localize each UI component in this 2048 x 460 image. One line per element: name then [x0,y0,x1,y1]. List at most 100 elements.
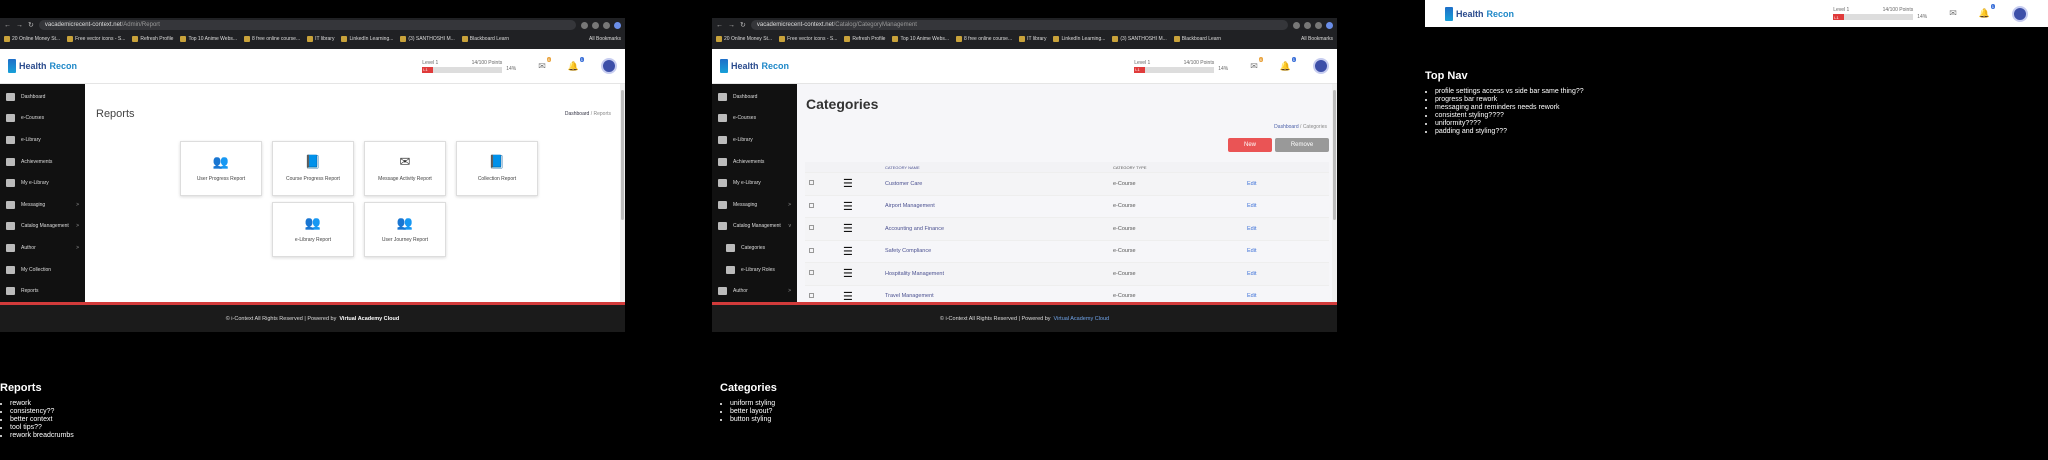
bell-icon[interactable]: 🔔 1 [1979,4,1995,19]
level-progress: Level 1 14/100 Points L1 [1833,7,1914,20]
footer-link[interactable]: Virtual Academy Cloud [1054,316,1110,322]
address-bar[interactable]: vacademicrecent-context.net/Catalog/Cate… [750,20,1288,30]
bookmark[interactable]: (3) SANTHOSHI M... [400,36,455,42]
user-journey-report-card[interactable]: 👥 User Journey Report [364,202,446,257]
bookmark[interactable]: LinkedIn Learning... [341,36,393,42]
sidebar-item-author[interactable]: Author > [712,280,797,302]
edit-link[interactable]: Edit [1247,181,1329,187]
row-checkbox[interactable] [809,202,814,208]
row-checkbox[interactable] [809,225,814,231]
reload-icon[interactable]: ↻ [740,21,746,29]
bookmark[interactable]: Free vector icons - S... [779,36,837,42]
collection-report-card[interactable]: 📘 Collection Report [456,141,538,196]
address-bar[interactable]: vacademicrecent-context.net/Admin/Report [38,20,576,30]
sidebar-item-my-e-library[interactable]: My e-Library [712,172,797,194]
bookmark[interactable]: IT library [1019,36,1046,42]
row-checkbox[interactable] [809,292,814,298]
mail-icon[interactable]: ✉ [1949,8,1957,19]
breadcrumb-home[interactable]: Dashboard [1274,124,1298,130]
edit-link[interactable]: Edit [1247,203,1329,209]
sidebar-item-dashboard[interactable]: Dashboard [712,86,797,108]
course-progress-report-card[interactable]: 📘 Course Progress Report [272,141,354,196]
edit-link[interactable]: Edit [1247,226,1329,232]
sidebar-item-achievements[interactable]: Achievements [712,151,797,173]
bell-icon[interactable]: 🔔 1 [568,56,584,72]
edit-link[interactable]: Edit [1247,293,1329,299]
sidebar-item-dashboard[interactable]: Dashboard [0,86,85,108]
bookmark[interactable]: Top 10 Anime Webs... [892,36,949,42]
sidebar-item-author[interactable]: Author > [0,237,85,259]
new-button[interactable]: New [1228,138,1272,152]
sidebar-item-my-collection[interactable]: My Collection [0,259,85,281]
sidebar-item-catalog-management[interactable]: Catalog Management v [712,216,797,238]
sidebar-item-catalog-management[interactable]: Catalog Management > [0,216,85,238]
sidebar-item-messaging[interactable]: Messaging > [712,194,797,216]
row-checkbox[interactable] [809,247,814,253]
profile-icon[interactable] [1326,21,1333,29]
bookmark[interactable]: Top 10 Anime Webs... [180,36,237,42]
bookmark[interactable]: Blackboard Learn [1173,36,1221,42]
reload-icon[interactable]: ↻ [28,21,34,29]
extension-icon[interactable] [1304,21,1311,29]
bookmark[interactable]: IT library [307,36,334,42]
sidebar-item-achievements[interactable]: Achievements [0,151,85,173]
mail-icon[interactable]: ✉ 4 [1250,56,1263,72]
bookmark[interactable]: Refresh Profile [844,36,885,42]
star-icon[interactable] [1293,21,1300,29]
sidebar-item-e-courses[interactable]: e-Courses [712,108,797,130]
mail-icon[interactable]: ✉ 4 [538,56,551,72]
all-bookmarks[interactable]: All Bookmarks [1301,36,1333,42]
sidebar-item-e-library-roles[interactable]: e-Library Roles [712,259,797,281]
star-icon[interactable] [581,21,588,29]
extension-icon[interactable] [592,21,599,29]
sidebar-item-categories[interactable]: Categories [712,237,797,259]
sidebar-item-e-library[interactable]: e-Library [0,129,85,151]
table-row: ☰ Travel Management e-Course Edit [805,284,1329,308]
sidebar-item-e-courses[interactable]: e-Courses [0,108,85,130]
bookmark[interactable]: Refresh Profile [132,36,173,42]
page-title: Reports [96,108,135,120]
message-activity-report-card[interactable]: ✉ Message Activity Report [364,141,446,196]
avatar[interactable] [1313,58,1329,74]
row-checkbox[interactable] [809,270,814,276]
back-icon[interactable]: ← [716,22,723,29]
sidebar-item-e-library[interactable]: e-Library [712,129,797,151]
table-row: ☰ Airport Management e-Course Edit [805,194,1329,218]
scrollbar[interactable] [620,84,625,302]
extension-icon[interactable] [603,21,610,29]
e-library-report-card[interactable]: 👥 e-Library Report [272,202,354,257]
bookmark[interactable]: 20 Online Money St... [4,36,60,42]
logo[interactable]: Health Recon [1445,6,1514,21]
categories-screenshot: ← → ↻ vacademicrecent-context.net/Catalo… [712,18,1337,332]
bookmark[interactable]: 8 free online course... [956,36,1012,42]
logo[interactable]: Health Recon [720,59,789,73]
forward-icon[interactable]: → [16,22,23,29]
forward-icon[interactable]: → [728,22,735,29]
remove-button[interactable]: Remove [1275,138,1329,152]
bell-icon[interactable]: 🔔 1 [1280,56,1296,72]
bookmark[interactable]: (3) SANTHOSHI M... [1112,36,1167,42]
edit-link[interactable]: Edit [1247,248,1329,254]
bookmark[interactable]: LinkedIn Learning... [1053,36,1105,42]
avatar[interactable] [601,58,617,74]
all-bookmarks[interactable]: All Bookmarks [589,36,621,42]
bookmark[interactable]: Blackboard Learn [461,36,509,42]
row-checkbox[interactable] [809,180,814,186]
bookmark[interactable]: Free vector icons - S... [67,36,125,42]
footer-link[interactable]: Virtual Academy Cloud [339,316,399,322]
edit-link[interactable]: Edit [1247,271,1329,277]
logo[interactable]: Health Recon [8,59,77,73]
bookmark[interactable]: 8 free online course... [244,36,300,42]
sidebar-item-reports[interactable]: Reports [0,280,85,302]
extension-icon[interactable] [1315,21,1322,29]
note-item: tool tips?? [10,424,74,432]
sidebar-item-messaging[interactable]: Messaging > [0,194,85,216]
avatar[interactable] [2012,5,2028,22]
profile-icon[interactable] [614,21,621,29]
sidebar-item-my-e-library[interactable]: My e-Library [0,172,85,194]
breadcrumb-home[interactable]: Dashboard [565,111,589,117]
scrollbar[interactable] [1332,84,1337,302]
user-progress-report-card[interactable]: 👥 User Progress Report [180,141,262,196]
bookmark[interactable]: 20 Online Money St... [716,36,772,42]
back-icon[interactable]: ← [4,22,11,29]
